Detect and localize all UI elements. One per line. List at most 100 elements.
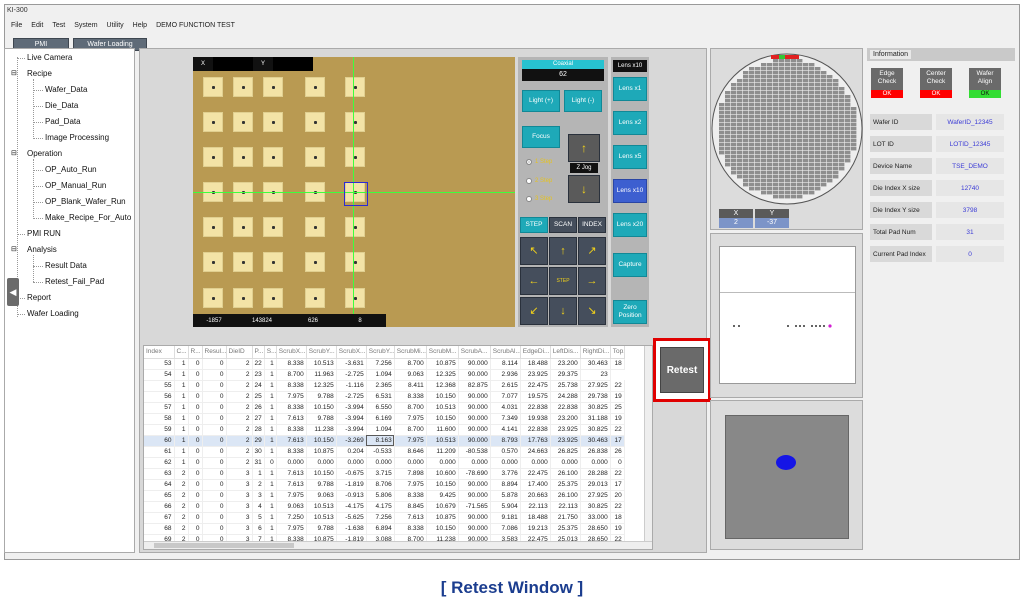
wafer-die[interactable] <box>827 103 833 107</box>
wafer-die[interactable] <box>767 179 773 183</box>
wafer-die[interactable] <box>755 187 761 191</box>
camera-view[interactable]: X Y -1857 143824 626 8 <box>193 57 515 327</box>
wafer-die[interactable] <box>761 71 767 75</box>
wafer-die[interactable] <box>809 91 815 95</box>
table-cell[interactable]: 7.613 <box>276 413 307 425</box>
table-cell[interactable]: 10.513 <box>426 402 459 414</box>
wafer-die[interactable] <box>821 159 827 163</box>
wafer-die[interactable] <box>797 59 803 63</box>
wafer-die[interactable] <box>827 171 833 175</box>
wafer-die[interactable] <box>749 175 755 179</box>
table-cell[interactable]: 1 <box>264 413 277 425</box>
wafer-die[interactable] <box>737 155 743 159</box>
wafer-die[interactable] <box>749 127 755 131</box>
table-cell[interactable]: 90.000 <box>458 490 491 502</box>
wafer-die[interactable] <box>779 107 785 111</box>
wafer-die[interactable] <box>737 99 743 103</box>
table-cell[interactable]: 53 <box>144 358 175 370</box>
table-cell[interactable]: 22.838 <box>520 424 551 436</box>
wafer-die[interactable] <box>815 95 821 99</box>
wafer-die[interactable] <box>851 147 857 151</box>
wafer-die[interactable] <box>755 71 761 75</box>
wafer-die[interactable] <box>797 167 803 171</box>
wafer-die[interactable] <box>839 167 845 171</box>
wafer-die[interactable] <box>779 135 785 139</box>
wafer-die[interactable] <box>755 131 761 135</box>
wafer-die[interactable] <box>779 131 785 135</box>
wafer-die[interactable] <box>767 183 773 187</box>
wafer-die[interactable] <box>761 115 767 119</box>
wafer-die[interactable] <box>725 159 731 163</box>
wafer-die[interactable] <box>725 111 731 115</box>
wafer-die[interactable] <box>725 131 731 135</box>
lens-x5-button[interactable]: Lens x5 <box>613 145 647 169</box>
wafer-die[interactable] <box>731 119 737 123</box>
wafer-die[interactable] <box>761 127 767 131</box>
wafer-die[interactable] <box>797 123 803 127</box>
table-cell[interactable]: 9.788 <box>306 523 337 535</box>
wafer-die[interactable] <box>725 91 731 95</box>
wafer-die[interactable] <box>731 159 737 163</box>
table-cell[interactable]: 26.100 <box>550 468 581 480</box>
table-cell[interactable]: 0.000 <box>490 457 521 469</box>
wafer-die[interactable] <box>779 171 785 175</box>
table-cell[interactable]: 8.706 <box>366 479 395 491</box>
table-cell[interactable]: 8.338 <box>276 402 307 414</box>
tree-wafer-data[interactable]: Wafer_Data <box>45 85 87 94</box>
table-cell[interactable]: 19.938 <box>520 413 551 425</box>
wafer-die[interactable] <box>803 183 809 187</box>
wafer-die[interactable] <box>821 151 827 155</box>
wafer-die[interactable] <box>719 119 725 123</box>
table-cell[interactable]: 1 <box>264 523 277 535</box>
table-row[interactable]: 57 1 0 0 2 26 1 8.338 10.150 -3.994 6.550 8.700 10.5… <box>144 402 625 414</box>
wafer-die[interactable] <box>749 111 755 115</box>
wafer-die[interactable] <box>833 91 839 95</box>
wafer-die[interactable] <box>839 123 845 127</box>
wafer-die[interactable] <box>779 127 785 131</box>
wafer-die[interactable] <box>791 159 797 163</box>
table-cell[interactable]: 30.825 <box>580 402 611 414</box>
wafer-die[interactable] <box>845 103 851 107</box>
table-row[interactable]: 66 2 0 0 3 4 1 9.063 10.513 -4.175 4.175 8.845 10.67… <box>144 501 625 513</box>
wafer-die[interactable] <box>821 127 827 131</box>
wafer-die[interactable] <box>785 151 791 155</box>
table-cell[interactable]: 7.975 <box>276 490 307 502</box>
table-cell[interactable]: 1 <box>174 402 189 414</box>
wafer-die[interactable] <box>791 191 797 195</box>
wafer-die[interactable] <box>803 163 809 167</box>
wafer-die[interactable] <box>791 95 797 99</box>
wafer-die[interactable] <box>743 79 749 83</box>
wafer-die[interactable] <box>845 95 851 99</box>
table-cell[interactable]: 10.600 <box>426 468 459 480</box>
wafer-die[interactable] <box>821 171 827 175</box>
column-header[interactable]: RightDi... <box>580 346 611 359</box>
table-row[interactable]: 59 1 0 0 2 28 1 8.338 11.238 -3.994 1.094 8.700 11.6… <box>144 424 625 436</box>
wafer-die[interactable] <box>785 75 791 79</box>
wafer-die[interactable] <box>767 171 773 175</box>
column-header[interactable]: ScrubM... <box>426 346 459 359</box>
wafer-die[interactable] <box>803 71 809 75</box>
wafer-die[interactable] <box>779 59 785 63</box>
wafer-die[interactable] <box>785 119 791 123</box>
wafer-die[interactable] <box>803 131 809 135</box>
wafer-die[interactable] <box>719 151 725 155</box>
table-cell[interactable]: 1 <box>264 435 277 447</box>
collapse-panel-button[interactable]: ◀ <box>7 278 19 306</box>
wafer-die[interactable] <box>809 103 815 107</box>
wafer-die[interactable] <box>821 143 827 147</box>
wafer-die[interactable] <box>761 95 767 99</box>
wafer-die[interactable] <box>779 195 785 199</box>
wafer-die[interactable] <box>821 95 827 99</box>
wafer-die[interactable] <box>773 67 779 71</box>
wafer-die[interactable] <box>845 139 851 143</box>
wafer-die[interactable] <box>821 163 827 167</box>
table-cell[interactable]: 65 <box>144 490 175 502</box>
wafer-die[interactable] <box>797 195 803 199</box>
wafer-die[interactable] <box>755 179 761 183</box>
table-cell[interactable]: 25.738 <box>550 380 581 392</box>
table-cell[interactable]: 22 <box>610 380 625 392</box>
wafer-die[interactable] <box>785 159 791 163</box>
table-cell[interactable]: 68 <box>144 523 175 535</box>
table-cell[interactable]: 28 <box>252 424 265 436</box>
wafer-die[interactable] <box>755 175 761 179</box>
